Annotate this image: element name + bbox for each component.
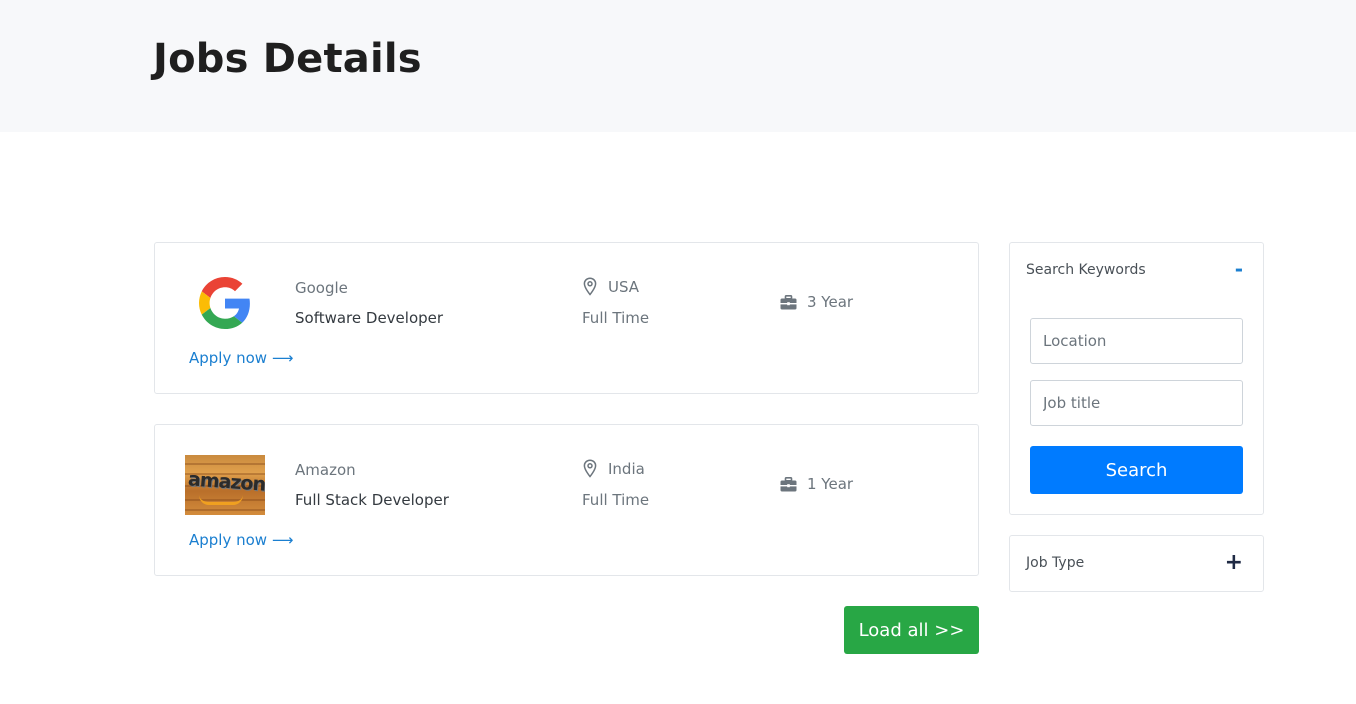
experience-text: 3 Year — [807, 293, 854, 311]
job-location: India — [582, 459, 645, 479]
job-card: amazon Amazon Full Stack Developer India… — [154, 424, 979, 576]
job-experience: 3 Year — [780, 293, 853, 311]
location-pin-icon — [583, 459, 597, 478]
location-pin-icon — [583, 277, 597, 296]
load-all-button[interactable]: Load all >> — [844, 606, 979, 654]
job-card: Google Software Developer USA Full Time … — [154, 242, 979, 394]
apply-now-link[interactable]: Apply now ⟶ — [189, 349, 293, 367]
amazon-smile-icon — [199, 495, 243, 505]
collapse-toggle[interactable]: - — [1235, 259, 1243, 279]
briefcase-icon — [780, 476, 797, 491]
search-button[interactable]: Search — [1030, 446, 1243, 494]
amazon-logo-text: amazon — [187, 468, 265, 496]
job-role: Full Stack Developer — [295, 491, 449, 509]
job-title-input[interactable] — [1030, 380, 1243, 426]
search-keywords-heading: Search Keywords — [1026, 262, 1146, 278]
amazon-logo: amazon — [185, 455, 265, 515]
job-type-text: Full Time — [582, 491, 650, 509]
location-input[interactable] — [1030, 318, 1243, 364]
job-location: USA — [582, 277, 639, 297]
location-text: USA — [608, 278, 640, 296]
location-text: India — [608, 460, 645, 478]
experience-text: 1 Year — [807, 475, 854, 493]
job-experience: 1 Year — [780, 475, 853, 493]
company-name: Amazon — [295, 461, 356, 479]
briefcase-icon — [780, 294, 797, 309]
amazon-logo-image: amazon — [185, 455, 265, 515]
job-type-panel[interactable]: Job Type + — [1009, 535, 1264, 592]
job-type-heading: Job Type — [1026, 555, 1085, 571]
google-logo — [185, 273, 265, 333]
page-title: Jobs Details — [153, 36, 422, 82]
job-role: Software Developer — [295, 309, 444, 327]
google-g-icon — [199, 277, 250, 329]
page-header: Jobs Details — [0, 0, 1356, 132]
expand-toggle[interactable]: + — [1225, 552, 1243, 574]
search-keywords-panel: Search Keywords - Search — [1009, 242, 1264, 515]
job-type-text: Full Time — [582, 309, 650, 327]
apply-now-link[interactable]: Apply now ⟶ — [189, 531, 293, 549]
company-name: Google — [295, 279, 348, 297]
